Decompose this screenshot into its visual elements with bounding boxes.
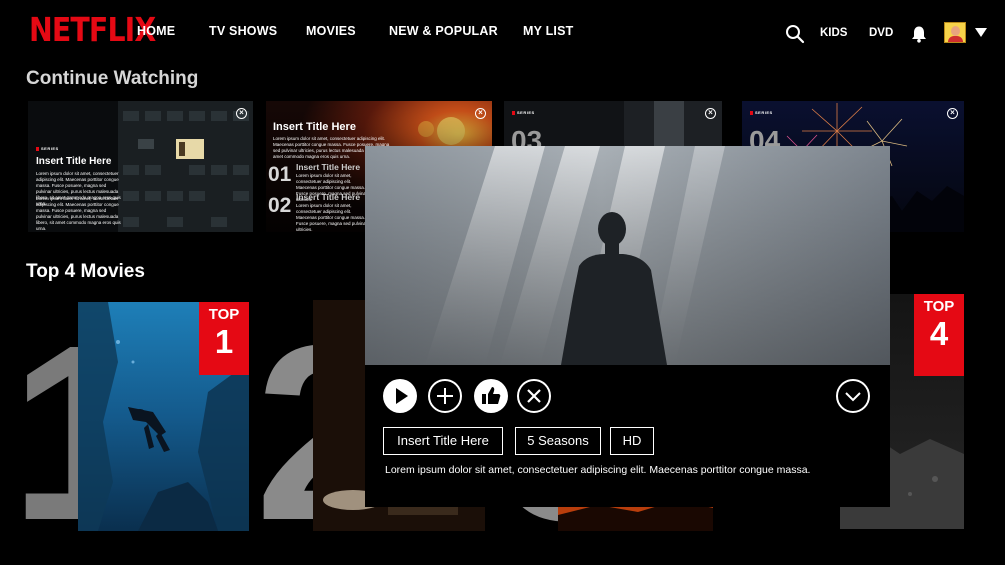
- seasons-tag: 5 Seasons: [515, 427, 601, 455]
- card-title: Insert Title Here: [36, 156, 112, 167]
- profile-avatar[interactable]: [944, 22, 966, 43]
- remove-card-close-icon[interactable]: ×: [236, 108, 247, 119]
- episode-title: Insert Title Here: [296, 162, 361, 172]
- avatar-shirt: [948, 36, 963, 42]
- x-icon: [527, 389, 541, 403]
- top-badge-number: 1: [214, 323, 234, 360]
- episode-title: Insert Title Here: [296, 192, 361, 202]
- not-interested-button[interactable]: [517, 379, 551, 413]
- series-tag: SERIES: [512, 110, 535, 115]
- thumbs-up-icon: [482, 387, 501, 404]
- nav-my-list[interactable]: MY LIST: [523, 24, 573, 38]
- nav-kids[interactable]: KIDS: [820, 27, 847, 39]
- card-description: Lorem ipsum dolor sit amet, consectetuer…: [36, 196, 121, 231]
- nav-movies[interactable]: MOVIES: [306, 24, 356, 38]
- title-preview-popup: Insert Title Here 5 Seasons HD Lorem ips…: [365, 146, 890, 507]
- continue-watching-title: Continue Watching: [26, 68, 199, 89]
- play-button[interactable]: [383, 379, 417, 413]
- top-badge-number: 4: [929, 315, 949, 352]
- top-rank-badge: TOP 1: [199, 302, 249, 375]
- episode-number: 01: [268, 163, 292, 186]
- chevron-down-icon: [845, 392, 861, 402]
- series-tag: SERIES: [36, 146, 59, 151]
- top-badge-label: TOP: [208, 306, 240, 323]
- top-movies-title: Top 4 Movies: [26, 261, 145, 282]
- episode-number: 02: [268, 194, 292, 217]
- top-rank-badge: TOP 4: [914, 294, 964, 376]
- add-to-list-button[interactable]: [428, 379, 462, 413]
- nav-new-popular[interactable]: NEW & POPULAR: [389, 24, 498, 38]
- preview-hero-image[interactable]: [365, 146, 890, 365]
- profile-dropdown-caret-icon[interactable]: [975, 28, 987, 37]
- series-tag: SERIES: [750, 110, 773, 115]
- remove-card-close-icon[interactable]: ×: [475, 108, 486, 119]
- more-info-button[interactable]: [836, 379, 870, 413]
- remove-card-close-icon[interactable]: ×: [705, 108, 716, 119]
- bell-icon[interactable]: [910, 25, 928, 43]
- card-title: Insert Title Here: [273, 121, 356, 133]
- nav-dvd[interactable]: DVD: [869, 27, 893, 39]
- top-badge-label: TOP: [923, 298, 955, 315]
- avatar-face: [951, 26, 960, 36]
- nav-home[interactable]: HOME: [137, 24, 175, 38]
- search-icon[interactable]: [785, 24, 805, 44]
- continue-watching-card[interactable]: SERIES Insert Title Here Lorem ipsum dol…: [28, 101, 253, 232]
- silhouette-light-rays-image: [365, 146, 890, 365]
- preview-description: Lorem ipsum dolor sit amet, consectetuer…: [385, 464, 811, 476]
- plus-icon: [437, 388, 453, 404]
- top-navigation: NETFLIX HOME TV SHOWS MOVIES NEW & POPUL…: [0, 0, 1005, 64]
- like-button[interactable]: [474, 379, 508, 413]
- episode-description: Lorem ipsum dolor sit amet, consectetuer…: [296, 203, 368, 232]
- title-tag: Insert Title Here: [383, 427, 503, 455]
- nav-tv-shows[interactable]: TV SHOWS: [209, 24, 277, 38]
- movie-poster[interactable]: TOP 1: [78, 302, 249, 531]
- quality-tag: HD: [610, 427, 654, 455]
- remove-card-close-icon[interactable]: ×: [947, 108, 958, 119]
- play-icon: [396, 388, 408, 404]
